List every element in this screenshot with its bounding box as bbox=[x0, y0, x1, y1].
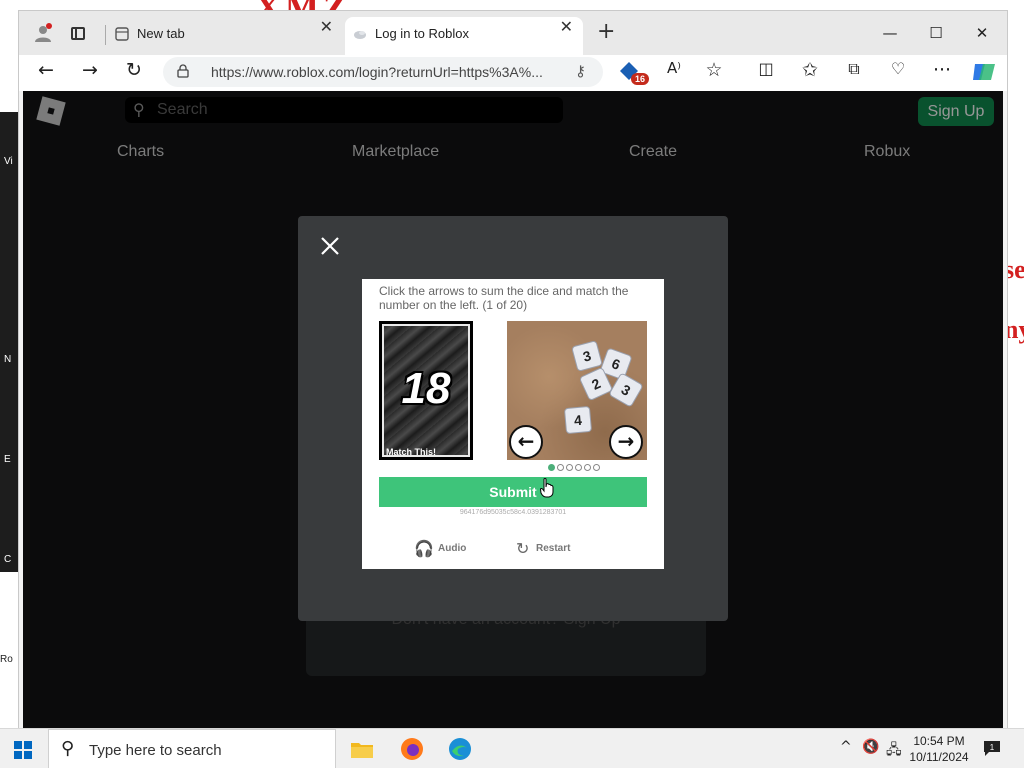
left-window-label: N bbox=[4, 354, 12, 365]
tab-title: New tab bbox=[137, 26, 185, 41]
more-menu-icon[interactable]: ··· bbox=[929, 59, 955, 85]
page-dot bbox=[575, 464, 582, 471]
audio-label: Audio bbox=[438, 543, 467, 554]
key-icon[interactable]: ⚷ bbox=[575, 62, 586, 80]
firefox-icon[interactable] bbox=[398, 735, 426, 763]
read-aloud-icon[interactable]: A⁾ bbox=[661, 59, 687, 85]
favorite-star-icon[interactable]: ☆ bbox=[701, 59, 727, 85]
browser-toolbar: ← → ↻ https://www.roblox.com/login?retur… bbox=[19, 55, 1007, 91]
left-window-label: E bbox=[4, 454, 11, 465]
page-dot bbox=[593, 464, 600, 471]
tab-separator bbox=[105, 25, 106, 45]
page-dots bbox=[548, 464, 602, 472]
favorites-icon[interactable]: ✩ bbox=[797, 59, 823, 85]
roblox-page: ⚲ Search Sign Up Charts Marketplace Crea… bbox=[23, 91, 1003, 729]
desktop-icon-label[interactable]: Ro bbox=[0, 654, 13, 665]
close-tab-icon[interactable]: ✕ bbox=[320, 17, 333, 36]
die: 4 bbox=[563, 405, 593, 435]
captcha-modal: Click the arrows to sum the dice and mat… bbox=[298, 216, 728, 621]
tab-actions-icon[interactable] bbox=[71, 27, 85, 40]
page-dot bbox=[584, 464, 591, 471]
maximize-button[interactable]: ☐ bbox=[921, 21, 951, 45]
page-icon bbox=[115, 27, 129, 41]
taskbar: ⚲ Type here to search ^ 🔇 🖧 10:54 PM 10/… bbox=[0, 728, 1024, 768]
dice-image: 3 6 2 3 4 ← → bbox=[507, 321, 647, 460]
restart-button[interactable]: ↻ Restart bbox=[516, 539, 571, 558]
collections-icon[interactable]: ⧉ bbox=[841, 59, 867, 85]
tab-new-tab[interactable]: New tab ✕ bbox=[107, 17, 343, 55]
back-button[interactable]: ← bbox=[33, 59, 59, 85]
left-window-label: C bbox=[4, 554, 12, 565]
clock-time: 10:54 PM bbox=[913, 734, 965, 748]
browser-essentials-icon[interactable]: ♡ bbox=[885, 59, 911, 85]
search-icon: ⚲ bbox=[61, 738, 75, 759]
close-tab-icon[interactable]: ✕ bbox=[560, 17, 573, 36]
url-text[interactable]: https://www.roblox.com/login?returnUrl=h… bbox=[211, 64, 543, 80]
headphones-icon: 🎧 bbox=[414, 539, 434, 558]
audio-button[interactable]: 🎧 Audio bbox=[414, 539, 467, 558]
refresh-button[interactable]: ↻ bbox=[121, 59, 147, 85]
browser-window: New tab ✕ Log in to Roblox ✕ + — ☐ ✕ ← →… bbox=[18, 10, 1008, 730]
taskbar-search-placeholder: Type here to search bbox=[89, 742, 222, 759]
hand-cursor-icon bbox=[540, 478, 554, 498]
captcha-panel: Click the arrows to sum the dice and mat… bbox=[362, 279, 664, 569]
restart-icon: ↻ bbox=[516, 539, 530, 558]
submit-button[interactable]: Submit bbox=[379, 477, 647, 507]
edge-icon[interactable] bbox=[446, 735, 474, 763]
captcha-instruction: Click the arrows to sum the dice and mat… bbox=[379, 284, 629, 312]
target-label: Match This! bbox=[386, 447, 437, 457]
minimize-button[interactable]: — bbox=[875, 21, 905, 45]
previous-arrow-button[interactable]: ← bbox=[509, 425, 543, 459]
clock[interactable]: 10:54 PM 10/11/2024 bbox=[904, 733, 974, 765]
split-screen-icon[interactable]: ◫ bbox=[753, 59, 779, 85]
page-dot-active bbox=[548, 464, 555, 471]
file-explorer-icon[interactable] bbox=[348, 735, 376, 763]
loading-icon bbox=[354, 31, 366, 39]
left-window-label: Vi bbox=[4, 156, 13, 167]
tab-title: Log in to Roblox bbox=[375, 26, 469, 41]
address-bar[interactable]: https://www.roblox.com/login?returnUrl=h… bbox=[163, 57, 603, 87]
clock-date: 10/11/2024 bbox=[909, 750, 969, 764]
tab-bar: New tab ✕ Log in to Roblox ✕ + — ☐ ✕ bbox=[19, 11, 1007, 55]
target-number-image: 18 Match This! bbox=[379, 321, 473, 460]
profile-icon[interactable] bbox=[33, 23, 53, 43]
notification-count: 1 bbox=[990, 743, 995, 752]
windows-start-icon[interactable] bbox=[14, 741, 32, 759]
forward-button[interactable]: → bbox=[77, 59, 103, 85]
close-icon[interactable] bbox=[318, 234, 342, 258]
target-number: 18 bbox=[401, 364, 451, 413]
network-icon[interactable]: 🖧 bbox=[886, 739, 902, 763]
tab-log-in-to-roblox[interactable]: Log in to Roblox ✕ bbox=[345, 17, 583, 55]
lock-icon[interactable] bbox=[177, 64, 189, 78]
session-id: 964176d95035c58c4.0391283701 bbox=[459, 509, 567, 516]
new-tab-button[interactable]: + bbox=[597, 19, 615, 44]
notification-icon[interactable]: 1 bbox=[982, 739, 1002, 757]
close-window-button[interactable]: ✕ bbox=[967, 21, 997, 45]
next-arrow-button[interactable]: → bbox=[609, 425, 643, 459]
extension-badge: 16 bbox=[631, 73, 650, 85]
volume-muted-icon[interactable]: 🔇 bbox=[862, 739, 879, 755]
page-dot bbox=[566, 464, 573, 471]
restart-label: Restart bbox=[536, 543, 571, 554]
chevron-up-icon[interactable]: ^ bbox=[840, 739, 852, 755]
taskbar-search-input[interactable]: ⚲ Type here to search bbox=[48, 729, 336, 768]
page-dot bbox=[557, 464, 564, 471]
background-left-window: Vi N E C bbox=[0, 112, 18, 572]
copilot-icon[interactable] bbox=[971, 60, 997, 84]
